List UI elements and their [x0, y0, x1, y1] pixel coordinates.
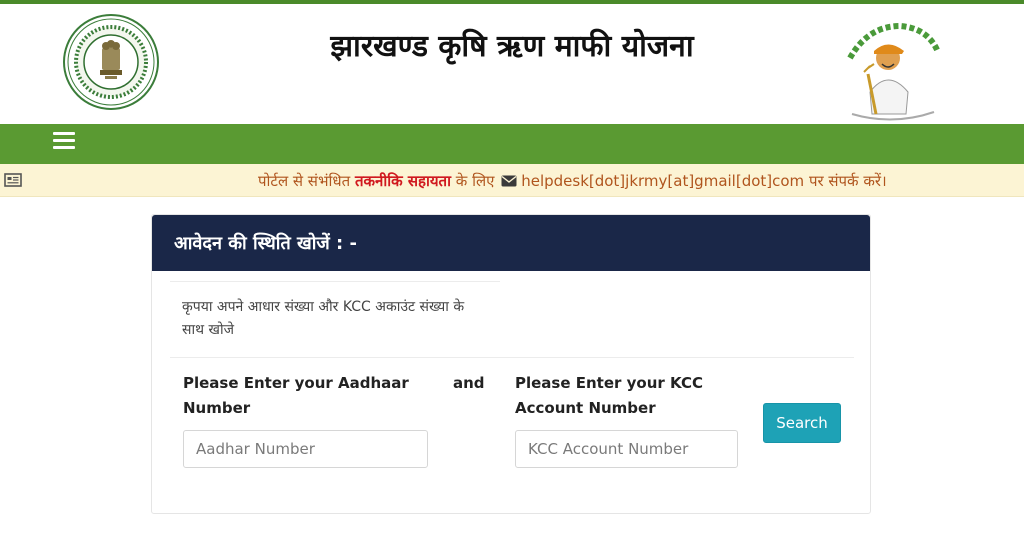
helpdesk-notice-bar: पोर्टल से संभंधित तकनीकि सहायता के लिए h… [0, 164, 1024, 197]
aadhaar-number-input[interactable] [183, 430, 428, 468]
hamburger-menu-icon[interactable] [53, 132, 75, 152]
helpdesk-email: helpdesk[dot]jkrmy[at]gmail[dot]com [521, 172, 805, 190]
form-divider [170, 357, 854, 358]
envelope-icon [501, 175, 517, 187]
notice-suffix: पर संपर्क करें। [808, 172, 887, 190]
kcc-account-number-input[interactable] [515, 430, 738, 468]
kcc-label: Please Enter your KCC Account Number [515, 374, 703, 417]
notice-highlight: तकनीकि सहायता [354, 172, 451, 190]
search-instructions: कृपया अपने आधार संख्या और KCC अकाउंट संख… [182, 299, 465, 338]
aadhaar-label: Please Enter your Aadhaar Number [183, 374, 409, 417]
newspaper-icon [4, 173, 22, 187]
card-header: आवेदन की स्थिति खोजें : - [152, 215, 870, 271]
notice-prefix: पोर्टल से संभंधित [258, 172, 351, 190]
and-label: and [453, 374, 485, 392]
helpdesk-notice-text: पोर्टल से संभंधित तकनीकि सहायता के लिए h… [258, 171, 887, 191]
farmer-scheme-logo [847, 22, 941, 121]
search-button[interactable]: Search [763, 403, 841, 443]
instructions-box: कृपया अपने आधार संख्या और KCC अकाउंट संख… [170, 281, 500, 357]
notice-middle: के लिए [455, 172, 495, 190]
application-status-card: आवेदन की स्थिति खोजें : - कृपया अपने आधा… [151, 214, 871, 514]
card-title: आवेदन की स्थिति खोजें : - [174, 233, 357, 254]
site-header: झारखण्ड कृषि ऋण माफी योजना [0, 4, 1024, 124]
main-navbar [0, 124, 1024, 164]
